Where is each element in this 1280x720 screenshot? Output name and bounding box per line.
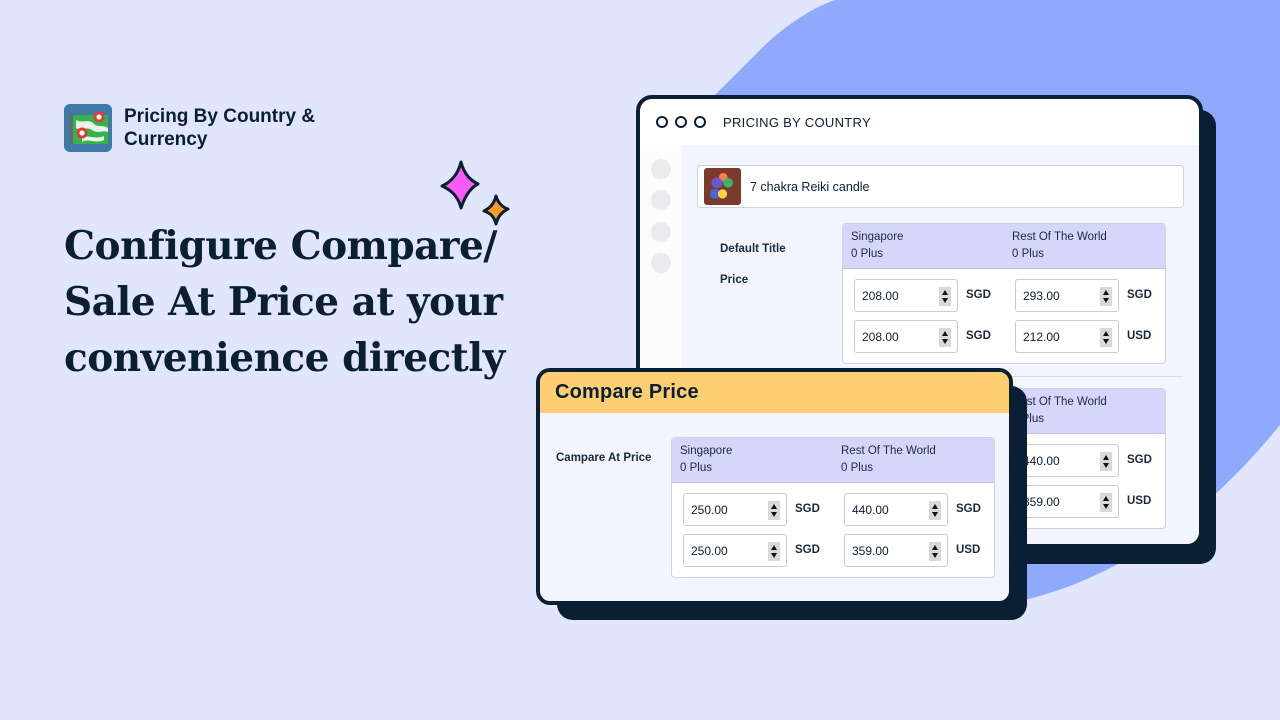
country-name: Rest Of The World [841, 445, 936, 457]
window-title: PRICING BY COUNTRY [723, 114, 871, 130]
price-value: 250.00 [691, 543, 728, 558]
compare-card-title: Compare Price [555, 381, 699, 403]
tier-label: 0 Plus [851, 248, 883, 260]
country-name: Singapore [680, 445, 733, 457]
compare-price-input[interactable]: 359.00 [844, 534, 948, 567]
price-value: 212.00 [1023, 329, 1060, 344]
currency-label: USD [1127, 495, 1152, 507]
currency-label: SGD [1127, 289, 1152, 301]
compare-price-card: Compare Price Campare At Price Singapore… [536, 368, 1013, 605]
price-input[interactable]: 208.00 [854, 279, 958, 312]
currency-label: SGD [795, 544, 820, 556]
price-table: Singapore 0 Plus Rest Of The World 0 Plu… [842, 223, 1166, 364]
window-titlebar: PRICING BY COUNTRY [640, 99, 1199, 145]
spinner-icon[interactable] [939, 328, 951, 347]
price-input[interactable]: 440.00 [1015, 444, 1119, 477]
window-dot-icon[interactable] [675, 116, 687, 128]
country-name: Singapore [851, 231, 904, 243]
compare-at-price-label: Campare At Price [556, 452, 652, 464]
spinner-icon[interactable] [929, 501, 941, 520]
sidebar-item[interactable] [651, 222, 671, 242]
currency-label: SGD [795, 503, 820, 515]
currency-label: SGD [956, 503, 981, 515]
country-name: Rest Of The World [1012, 231, 1107, 243]
price-input[interactable]: 208.00 [854, 320, 958, 353]
tier-label: 0 Plus [841, 462, 873, 474]
price-input[interactable]: 293.00 [1015, 279, 1119, 312]
column-header-rest-of-world: Rest Of The World 0 Plus [833, 438, 936, 482]
product-name: 7 chakra Reiki candle [750, 179, 870, 194]
column-header-singapore: Singapore 0 Plus [843, 224, 1004, 268]
price-value: 359.00 [1023, 494, 1060, 509]
price-value: 293.00 [1023, 288, 1060, 303]
sidebar-item[interactable] [651, 253, 671, 273]
app-name: Pricing By Country & Currency [124, 106, 316, 150]
sparkle-pink-icon [440, 160, 480, 210]
product-thumbnail [704, 168, 741, 205]
price-table-header: Singapore 0 Plus Rest Of The World 0 Plu… [672, 438, 994, 483]
tier-label: 0 Plus [1012, 248, 1044, 260]
compare-price-table: Singapore 0 Plus Rest Of The World 0 Plu… [671, 437, 995, 578]
price-table-header: Singapore 0 Plus Rest Of The World 0 Plu… [843, 224, 1165, 269]
currency-label: USD [956, 544, 981, 556]
spinner-icon[interactable] [1100, 287, 1112, 306]
column-header-singapore: Singapore 0 Plus [672, 438, 833, 482]
currency-label: SGD [966, 289, 991, 301]
price-input[interactable]: 212.00 [1015, 320, 1119, 353]
map-pins-icon [64, 104, 112, 152]
compare-price-input[interactable]: 250.00 [683, 534, 787, 567]
currency-label: USD [1127, 330, 1152, 342]
compare-card-header: Compare Price [540, 372, 1009, 413]
headline: Configure Compare/ Sale At Price at your… [64, 223, 505, 381]
currency-label: SGD [966, 330, 991, 342]
spinner-icon[interactable] [929, 542, 941, 561]
compare-price-input[interactable]: 440.00 [844, 493, 948, 526]
spinner-icon[interactable] [939, 287, 951, 306]
price-label: Price [720, 274, 749, 286]
window-dot-icon[interactable] [694, 116, 706, 128]
price-value: 250.00 [691, 502, 728, 517]
spinner-icon[interactable] [768, 542, 780, 561]
currency-label: SGD [1127, 454, 1152, 466]
price-value: 440.00 [1023, 453, 1060, 468]
price-value: 208.00 [862, 329, 899, 344]
compare-price-input[interactable]: 250.00 [683, 493, 787, 526]
brand: Pricing By Country & Currency [64, 104, 344, 152]
spinner-icon[interactable] [1100, 493, 1112, 512]
price-input[interactable]: 359.00 [1015, 485, 1119, 518]
sparkle-orange-icon [482, 194, 510, 226]
price-value: 208.00 [862, 288, 899, 303]
sidebar-item[interactable] [651, 190, 671, 210]
price-value: 359.00 [852, 543, 889, 558]
sidebar-item[interactable] [651, 159, 671, 179]
spinner-icon[interactable] [768, 501, 780, 520]
variant-label: Default Title [720, 243, 786, 255]
spinner-icon[interactable] [1100, 452, 1112, 471]
window-dot-icon[interactable] [656, 116, 668, 128]
price-value: 440.00 [852, 502, 889, 517]
spinner-icon[interactable] [1100, 328, 1112, 347]
sparkles-icon [440, 160, 510, 226]
product-row[interactable]: 7 chakra Reiki candle [697, 165, 1184, 208]
column-header-rest-of-world: Rest Of The World 0 Plus [1004, 224, 1107, 268]
tier-label: 0 Plus [680, 462, 712, 474]
